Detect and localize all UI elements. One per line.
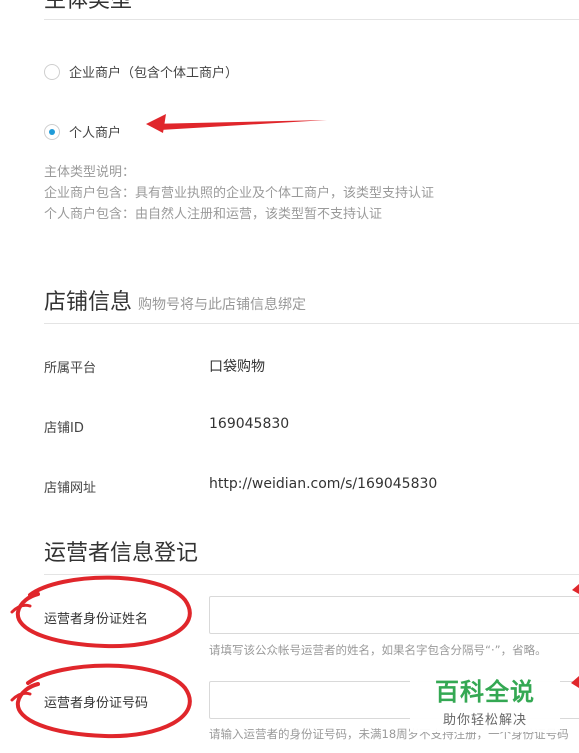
ellipse-annotation [15, 575, 192, 649]
watermark-subtitle: 助你轻松解决 [442, 713, 527, 728]
annotation-layer [10, 114, 579, 739]
arrow-annotation-edge [572, 584, 579, 594]
arrow-annotation-edge [571, 676, 579, 688]
watermark-title: 百科全说 [435, 678, 535, 706]
ellipse-annotation [15, 663, 192, 739]
arrow-annotation [146, 114, 166, 133]
watermark-badge: 百科全说 助你轻松解决 [410, 662, 560, 732]
arrow-annotation [148, 120, 327, 130]
